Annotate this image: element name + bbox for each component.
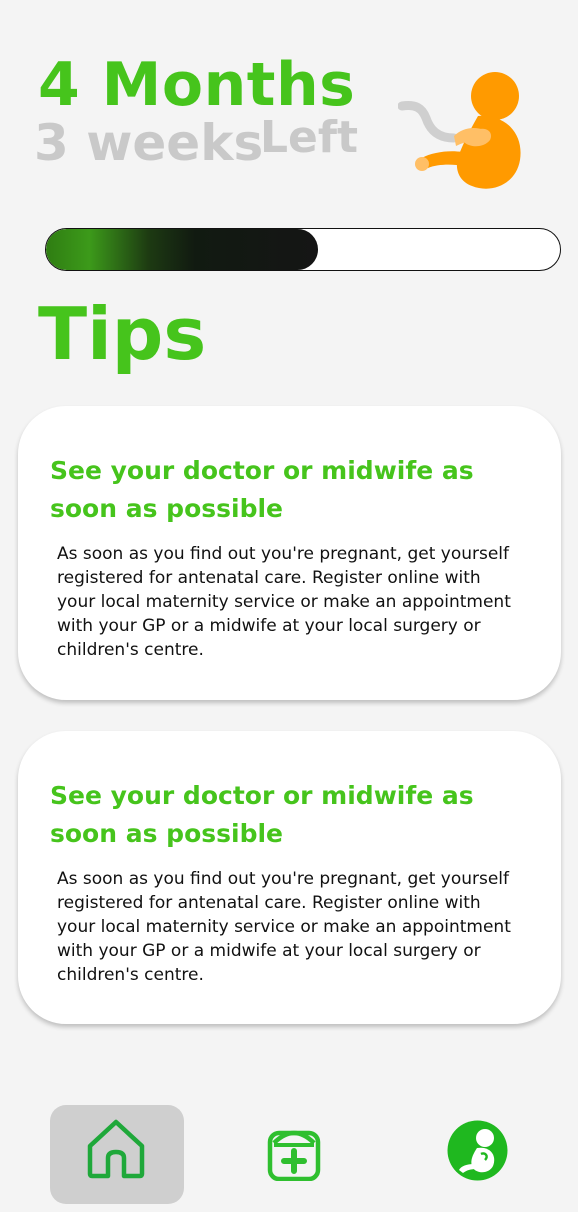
tips-heading: Tips: [38, 292, 207, 376]
pregnancy-progress-bar: [45, 228, 561, 271]
weeks-remaining: 3 weeks: [34, 114, 264, 172]
tip-card-title: See your doctor or midwife as soon as po…: [50, 456, 474, 523]
baby-icon[interactable]: [447, 1120, 508, 1181]
medical-kit-icon[interactable]: [266, 1121, 322, 1181]
tip-card-body: As soon as you find out you're pregnant,…: [57, 544, 511, 660]
months-remaining: 4 Months: [38, 50, 356, 120]
left-label: Left: [260, 112, 359, 163]
fetus-icon: [398, 72, 521, 189]
home-icon[interactable]: [86, 1118, 146, 1180]
tip-card[interactable]: See your doctor or midwife as soon as po…: [18, 731, 561, 1024]
progress-bar-fill: [46, 229, 319, 270]
tip-card-body: As soon as you find out you're pregnant,…: [57, 869, 511, 985]
tip-card-title: See your doctor or midwife as soon as po…: [50, 781, 474, 848]
tip-card[interactable]: See your doctor or midwife as soon as po…: [18, 406, 561, 700]
